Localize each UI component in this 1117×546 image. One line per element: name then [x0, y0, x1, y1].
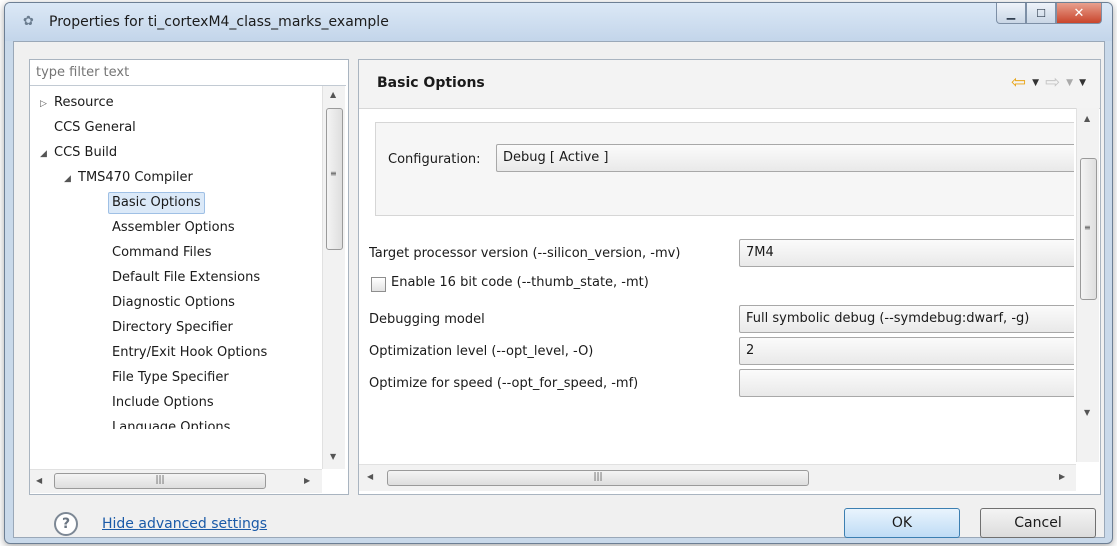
tree-item-ccs-build[interactable]: ◢ CCS Build — [40, 142, 117, 164]
title-bar[interactable]: ✿ Properties for ti_cortexM4_class_marks… — [5, 3, 1112, 41]
scroll-right-icon[interactable]: ▶ — [304, 476, 310, 485]
page-header: Basic Options ⇦ ▼ ⇨ ▼ ▼ — [359, 60, 1100, 109]
collapse-arrow-icon[interactable]: ◢ — [40, 143, 54, 165]
grip-icon: ||| — [593, 472, 603, 482]
tree-item-ccs-general[interactable]: CCS General — [54, 117, 136, 139]
tree-item-label: TMS470 Compiler — [78, 170, 193, 185]
window-title: Properties for ti_cortexM4_class_marks_e… — [49, 14, 389, 30]
scroll-down-icon[interactable]: ▼ — [330, 452, 336, 461]
grip-icon: ≡ — [330, 169, 337, 178]
scroll-up-icon[interactable]: ▲ — [330, 90, 336, 99]
scroll-right-icon[interactable]: ▶ — [1059, 472, 1065, 481]
tree-item-diagnostic-options[interactable]: Diagnostic Options — [112, 292, 235, 314]
optimization-level-select[interactable]: 2 — [739, 337, 1074, 365]
back-dropdown-icon[interactable]: ▼ — [1032, 78, 1039, 88]
configuration-select[interactable]: Debug [ Active ] — [496, 144, 1074, 172]
scroll-left-icon[interactable]: ◀ — [367, 472, 373, 481]
debugging-model-select[interactable]: Full symbolic debug (--symdebug:dwarf, -… — [739, 305, 1074, 333]
tree-item-label: CCS Build — [54, 145, 118, 160]
forward-arrow-icon[interactable]: ⇨ — [1045, 72, 1060, 93]
grip-icon: ≡ — [1084, 223, 1091, 232]
enable-16bit-checkbox[interactable] — [371, 277, 386, 292]
ok-button[interactable]: OK — [844, 508, 960, 538]
target-processor-select[interactable]: 7M4 — [739, 239, 1074, 267]
expand-arrow-icon[interactable]: ▷ — [40, 93, 54, 115]
tree-item-language-options[interactable]: Language Options — [112, 417, 230, 429]
scroll-up-icon[interactable]: ▲ — [1084, 114, 1090, 123]
tree-horizontal-scrollbar[interactable]: ◀ ||| ▶ — [30, 469, 322, 493]
tree-item-entry-exit-hook-options[interactable]: Entry/Exit Hook Options — [112, 342, 267, 364]
target-processor-label: Target processor version (--silicon_vers… — [369, 246, 681, 261]
navigation-toolbar: ⇦ ▼ ⇨ ▼ ▼ — [1011, 72, 1086, 93]
scroll-down-icon[interactable]: ▼ — [1084, 408, 1090, 417]
scroll-left-icon[interactable]: ◀ — [36, 476, 42, 485]
grip-icon: ||| — [155, 475, 165, 485]
scrollbar-thumb[interactable]: ||| — [54, 473, 266, 489]
filter-input[interactable] — [30, 60, 346, 86]
tree-item-label: Diagnostic Options — [112, 295, 235, 310]
tree-item-basic-options[interactable]: Basic Options — [108, 192, 205, 214]
options-horizontal-scrollbar[interactable]: ◀ ||| ▶ — [359, 464, 1076, 491]
maximize-button[interactable]: ☐ — [1026, 3, 1056, 24]
tree-item-label: Include Options — [112, 395, 214, 410]
tree-item-label: Default File Extensions — [112, 270, 261, 285]
configuration-label: Configuration: — [388, 152, 481, 167]
tree-item-include-options[interactable]: Include Options — [112, 392, 214, 414]
tree-vertical-scrollbar[interactable]: ▲ ≡ ▼ — [322, 86, 345, 469]
dialog-client-area: ▷Resource CCS General ◢CCS Build ◢TMS470… — [13, 41, 1105, 538]
tree-item-label: Assembler Options — [112, 220, 235, 235]
enable-16bit-label: Enable 16 bit code (--thumb_state, -mt) — [391, 275, 649, 290]
optimize-speed-select[interactable] — [739, 369, 1074, 397]
debugging-model-label: Debugging model — [369, 312, 485, 327]
tree-item-label: Resource — [54, 95, 114, 110]
scrollbar-thumb[interactable]: ≡ — [326, 108, 343, 250]
optimize-speed-label: Optimize for speed (--opt_for_speed, -mf… — [369, 376, 639, 391]
app-icon: ✿ — [23, 14, 34, 29]
help-icon[interactable]: ? — [54, 512, 78, 536]
page-title: Basic Options — [377, 75, 485, 91]
back-arrow-icon[interactable]: ⇦ — [1011, 72, 1026, 93]
cancel-button[interactable]: Cancel — [980, 508, 1096, 538]
tree-item-default-file-extensions[interactable]: Default File Extensions — [112, 267, 260, 289]
tree-item-label: Directory Specifier — [112, 320, 233, 335]
hide-advanced-settings-link[interactable]: Hide advanced settings — [102, 516, 267, 532]
tree-item-label: Basic Options — [108, 192, 205, 214]
window-controls: ▁ ☐ ✕ — [996, 3, 1102, 25]
collapse-arrow-icon[interactable]: ◢ — [64, 168, 78, 190]
navigation-pane: ▷Resource CCS General ◢CCS Build ◢TMS470… — [29, 59, 349, 495]
view-menu-icon[interactable]: ▼ — [1079, 78, 1086, 88]
optimization-level-label: Optimization level (--opt_level, -O) — [369, 344, 594, 359]
properties-page: Basic Options ⇦ ▼ ⇨ ▼ ▼ Configuration: D… — [358, 59, 1101, 495]
properties-dialog: ✿ Properties for ti_cortexM4_class_marks… — [4, 2, 1113, 544]
options-vertical-scrollbar[interactable]: ▲ ≡ ▼ — [1076, 108, 1099, 462]
tree-item-directory-specifier[interactable]: Directory Specifier — [112, 317, 233, 339]
tree-item-label: File Type Specifier — [112, 370, 229, 385]
scrollbar-thumb[interactable]: ≡ — [1080, 158, 1097, 300]
scrollbar-thumb[interactable]: ||| — [387, 470, 809, 486]
minimize-button[interactable]: ▁ — [996, 3, 1026, 24]
tree-item-label: Entry/Exit Hook Options — [112, 345, 268, 360]
configuration-group: Configuration: Debug [ Active ] — [375, 122, 1074, 216]
tree-item-label: Command Files — [112, 245, 212, 260]
options-content: Configuration: Debug [ Active ] Target p… — [369, 122, 1074, 462]
tree-item-resource[interactable]: ▷ Resource — [40, 92, 114, 114]
property-tree: ▷ Resource CCS General ◢ CCS Build ◢ TMS470… — [30, 92, 322, 467]
tree-item-file-type-specifier[interactable]: File Type Specifier — [112, 367, 229, 389]
close-button[interactable]: ✕ — [1056, 3, 1102, 24]
tree-item-assembler-options[interactable]: Assembler Options — [112, 217, 235, 239]
tree-item-tms470-compiler[interactable]: ◢ TMS470 Compiler — [64, 167, 193, 189]
forward-dropdown-icon[interactable]: ▼ — [1066, 78, 1073, 88]
tree-item-label: Language Options — [112, 420, 231, 429]
tree-item-command-files[interactable]: Command Files — [112, 242, 211, 264]
tree-item-label: CCS General — [54, 120, 136, 135]
